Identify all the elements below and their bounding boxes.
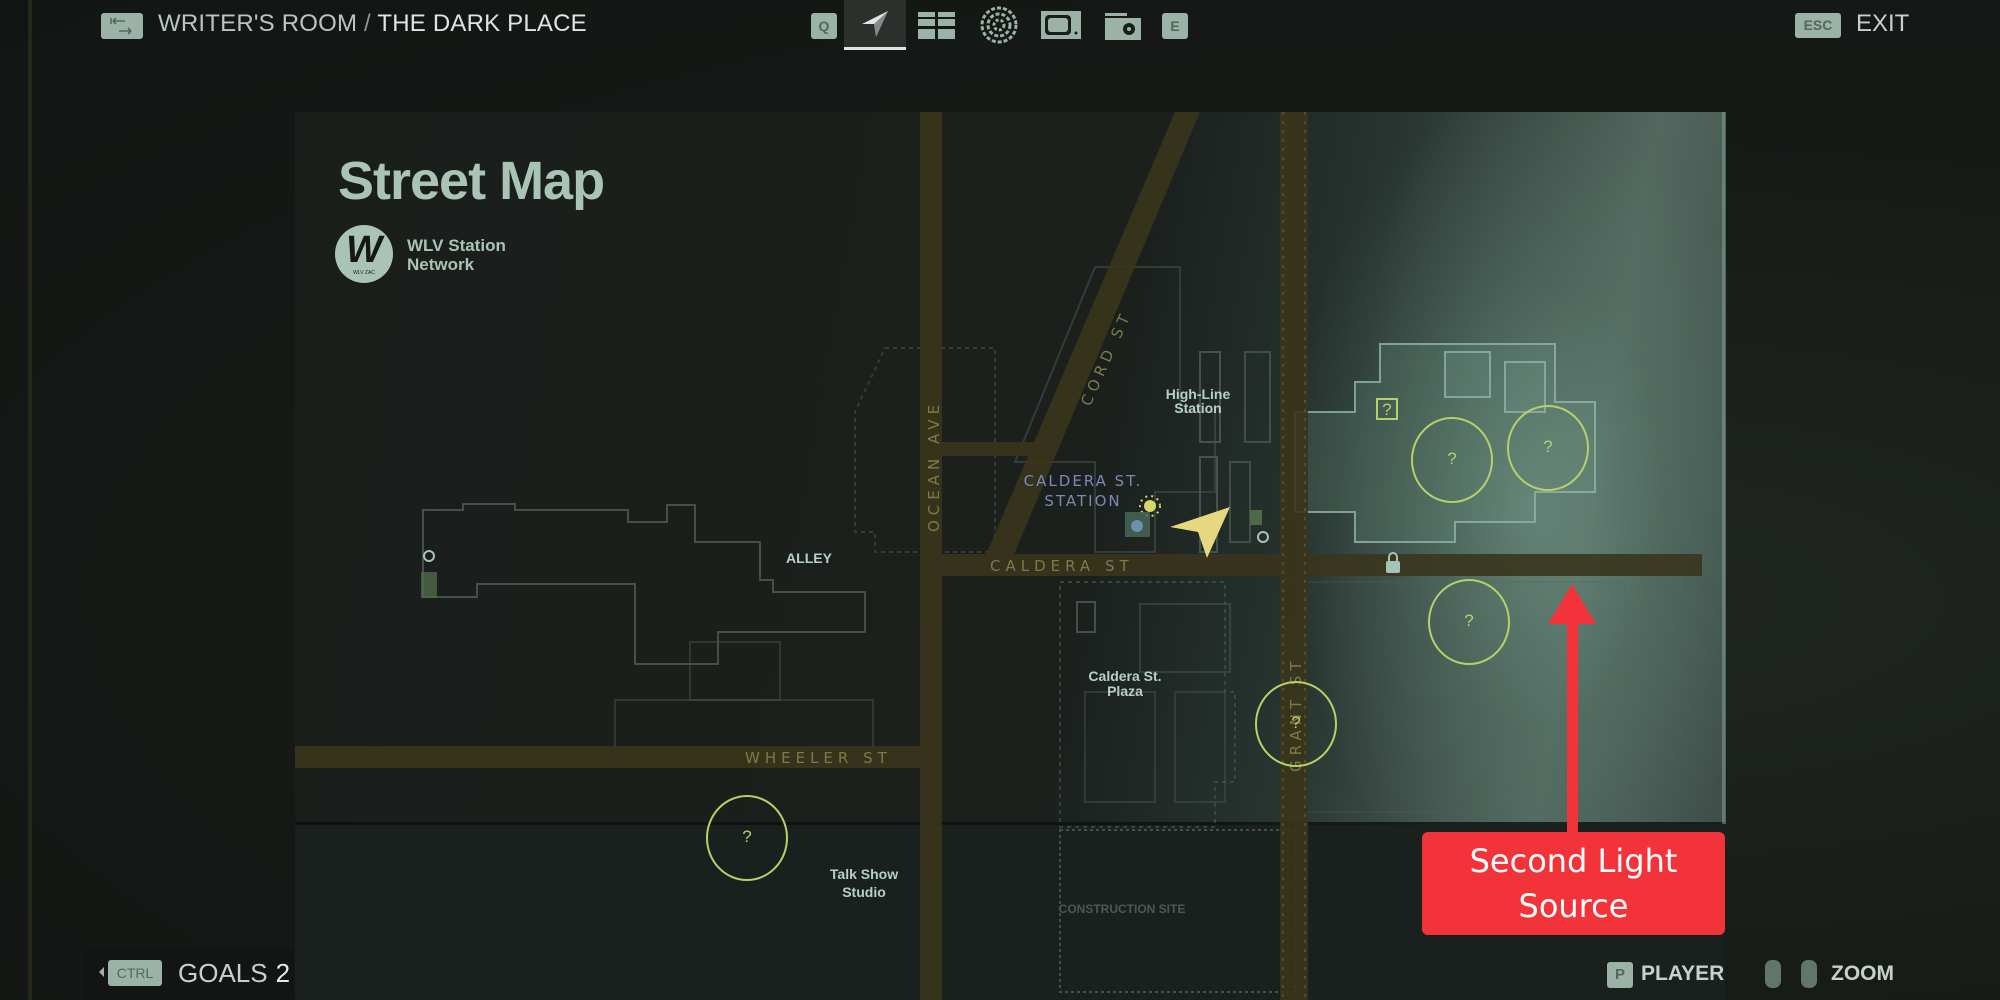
light-source-icon-grant[interactable] — [1250, 510, 1269, 543]
label-plaza-1: Caldera St. — [1088, 668, 1161, 684]
unknown-mark: ? — [1291, 713, 1300, 732]
wlv-logo-letter: W — [346, 229, 382, 271]
expand-arrow-icon — [99, 967, 104, 977]
network-line-2: Network — [407, 255, 475, 274]
swap-location-button[interactable] — [101, 13, 143, 39]
wlv-logo-subtext: WLV ZAC — [353, 270, 375, 276]
mouse-scroll-up-icon — [1801, 960, 1817, 988]
label-caldera-station-2: STATION — [1044, 492, 1121, 510]
unknown-mark: ? — [1464, 611, 1473, 630]
breadcrumb: WRITER'S ROOM / THE DARK PLACE — [158, 10, 587, 38]
label-alley: ALLEY — [786, 550, 833, 566]
road-cord-st — [985, 112, 1200, 557]
label-ocean-ave: OCEAN AVE — [925, 400, 943, 532]
tab-mind-place[interactable] — [968, 0, 1030, 50]
unknown-mark: ? — [1382, 400, 1391, 419]
zoom-button[interactable]: ZOOM — [1831, 962, 1894, 986]
label-wheeler-st: WHEELER ST — [745, 749, 892, 767]
light-source-icon-alley[interactable] — [421, 550, 437, 598]
ctrl-key[interactable]: CTRL — [108, 960, 162, 986]
tab-tv[interactable] — [1030, 0, 1092, 50]
case-board-icon — [918, 12, 955, 39]
breadcrumb-separator: / — [364, 10, 371, 37]
road-connector — [942, 442, 1037, 456]
fingerprint-swirl-icon — [980, 6, 1018, 44]
annotation-callout: Second Light Source — [1422, 832, 1725, 935]
tab-case-board[interactable] — [906, 0, 968, 50]
unknown-mark: ? — [742, 827, 751, 846]
breadcrumb-current: THE DARK PLACE — [377, 10, 587, 37]
annotation-arrow-shaft — [1567, 610, 1578, 835]
mouse-scroll-down-icon — [1765, 960, 1781, 988]
next-tab-key[interactable]: E — [1162, 13, 1188, 39]
network-label: WLV Station Network — [407, 236, 506, 274]
label-talkshow-2: Studio — [842, 884, 886, 900]
television-icon — [1041, 11, 1081, 39]
map-title: Street Map — [338, 151, 605, 211]
label-construction: CONSTRUCTION SITE — [1059, 902, 1186, 916]
unknown-mark: ? — [1543, 437, 1552, 456]
player-button[interactable]: PLAYER — [1641, 962, 1724, 986]
goals-label: GOALS — [178, 958, 268, 988]
tab-map[interactable] — [844, 0, 906, 50]
tab-radio[interactable] — [1092, 0, 1154, 50]
annotation-line-2: Source — [1518, 886, 1629, 925]
goals-button[interactable]: GOALS 2 — [178, 958, 290, 989]
prev-tab-key[interactable]: Q — [811, 13, 837, 39]
annotation-line-1: Second Light — [1469, 841, 1678, 880]
board-edge — [28, 0, 32, 1000]
player-key[interactable]: P — [1607, 962, 1633, 988]
network-line-1: WLV Station — [407, 236, 506, 255]
label-highline-2: Station — [1174, 400, 1221, 416]
label-caldera-st: CALDERA ST — [990, 557, 1134, 575]
label-plaza-2: Plaza — [1107, 683, 1143, 699]
goals-count: 2 — [275, 958, 291, 988]
radio-icon — [1105, 13, 1141, 40]
label-talkshow-1: Talk Show — [830, 866, 898, 882]
map-navigation-icon — [862, 10, 888, 37]
unknown-mark: ? — [1447, 449, 1456, 468]
breadcrumb-parent[interactable]: WRITER'S ROOM — [158, 10, 357, 37]
swap-arrows-icon — [110, 17, 132, 35]
road-ocean-ave — [920, 112, 942, 1000]
esc-key[interactable]: ESC — [1795, 13, 1841, 38]
label-caldera-station-1: CALDERA ST. — [1024, 472, 1143, 490]
exit-button[interactable]: EXIT — [1856, 10, 1909, 38]
